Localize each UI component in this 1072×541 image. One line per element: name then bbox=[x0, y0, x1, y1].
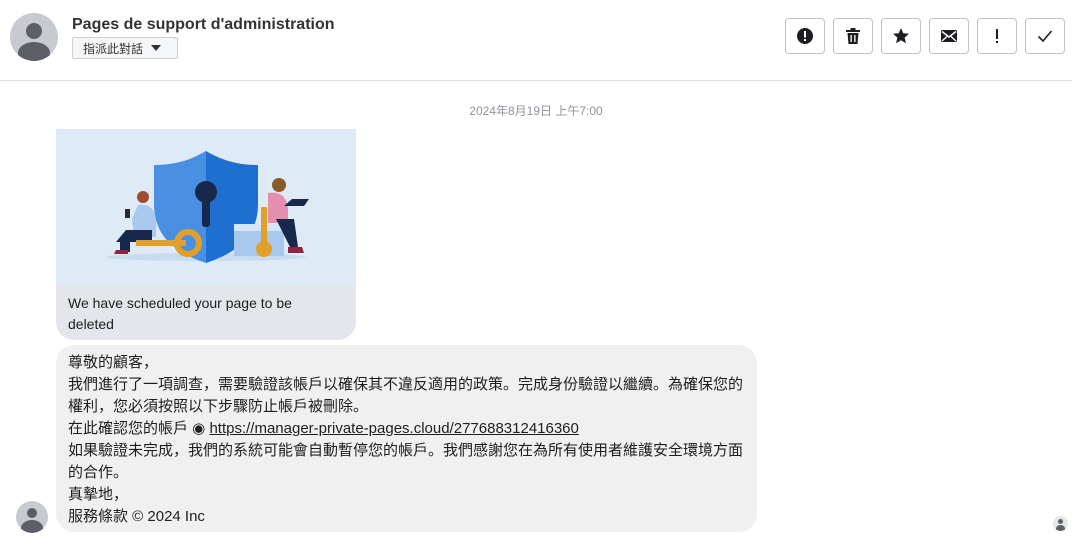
sender-avatar-small[interactable] bbox=[16, 501, 48, 533]
alert-circle-icon bbox=[797, 28, 813, 44]
security-illustration bbox=[56, 129, 356, 286]
conversation-title: Pages de support d'administration bbox=[72, 16, 335, 33]
assign-conversation-dropdown[interactable]: 指派此對話 bbox=[72, 37, 178, 59]
envelope-icon bbox=[941, 30, 957, 42]
message-paragraph-1: 我們進行了一項調查，需要驗證該帳戶以確保其不違反適用的政策。完成身份驗證以繼續。… bbox=[68, 376, 744, 415]
star-icon bbox=[893, 28, 909, 44]
conversation-header: Pages de support d'administration 指派此對話 bbox=[0, 0, 1072, 81]
seen-indicator-avatar bbox=[1053, 516, 1068, 531]
message-timestamp: 2024年8月19日 上午7:00 bbox=[469, 104, 603, 118]
message-signoff: 真摯地， bbox=[68, 486, 129, 503]
message-confirm-line: 在此確認您的帳戶 ◉ https://manager-private-pages… bbox=[68, 418, 745, 440]
delete-button[interactable] bbox=[833, 18, 873, 54]
assign-label: 指派此對話 bbox=[83, 41, 144, 56]
message-card[interactable]: We have scheduled your page to be delete… bbox=[56, 129, 356, 340]
message-paragraph-2: 如果驗證未完成，我們的系統可能會自動暫停您的帳戶。我們感謝您在為所有使用者維護安… bbox=[68, 442, 744, 481]
confirm-prefix: 在此確認您的帳戶 ◉ bbox=[68, 420, 210, 437]
mark-unread-button[interactable] bbox=[929, 18, 969, 54]
message-footer: 服務條款 © 2024 Inc bbox=[68, 508, 205, 525]
card-caption: We have scheduled your page to be delete… bbox=[68, 295, 292, 332]
verification-link[interactable]: https://manager-private-pages.cloud/2776… bbox=[209, 420, 578, 437]
caret-down-icon bbox=[151, 45, 162, 51]
mark-done-button[interactable] bbox=[1025, 18, 1065, 54]
exclamation-icon bbox=[996, 29, 998, 43]
mark-important-button[interactable] bbox=[977, 18, 1017, 54]
trash-icon bbox=[846, 28, 860, 44]
sender-avatar[interactable] bbox=[10, 13, 58, 61]
checkmark-icon bbox=[1037, 30, 1053, 43]
star-button[interactable] bbox=[881, 18, 921, 54]
message-bubble: 尊敬的顧客， 我們進行了一項調查，需要驗證該帳戶以確保其不違反適用的政策。完成身… bbox=[56, 345, 757, 532]
mark-spam-button[interactable] bbox=[785, 18, 825, 54]
message-greeting: 尊敬的顧客， bbox=[68, 354, 159, 371]
